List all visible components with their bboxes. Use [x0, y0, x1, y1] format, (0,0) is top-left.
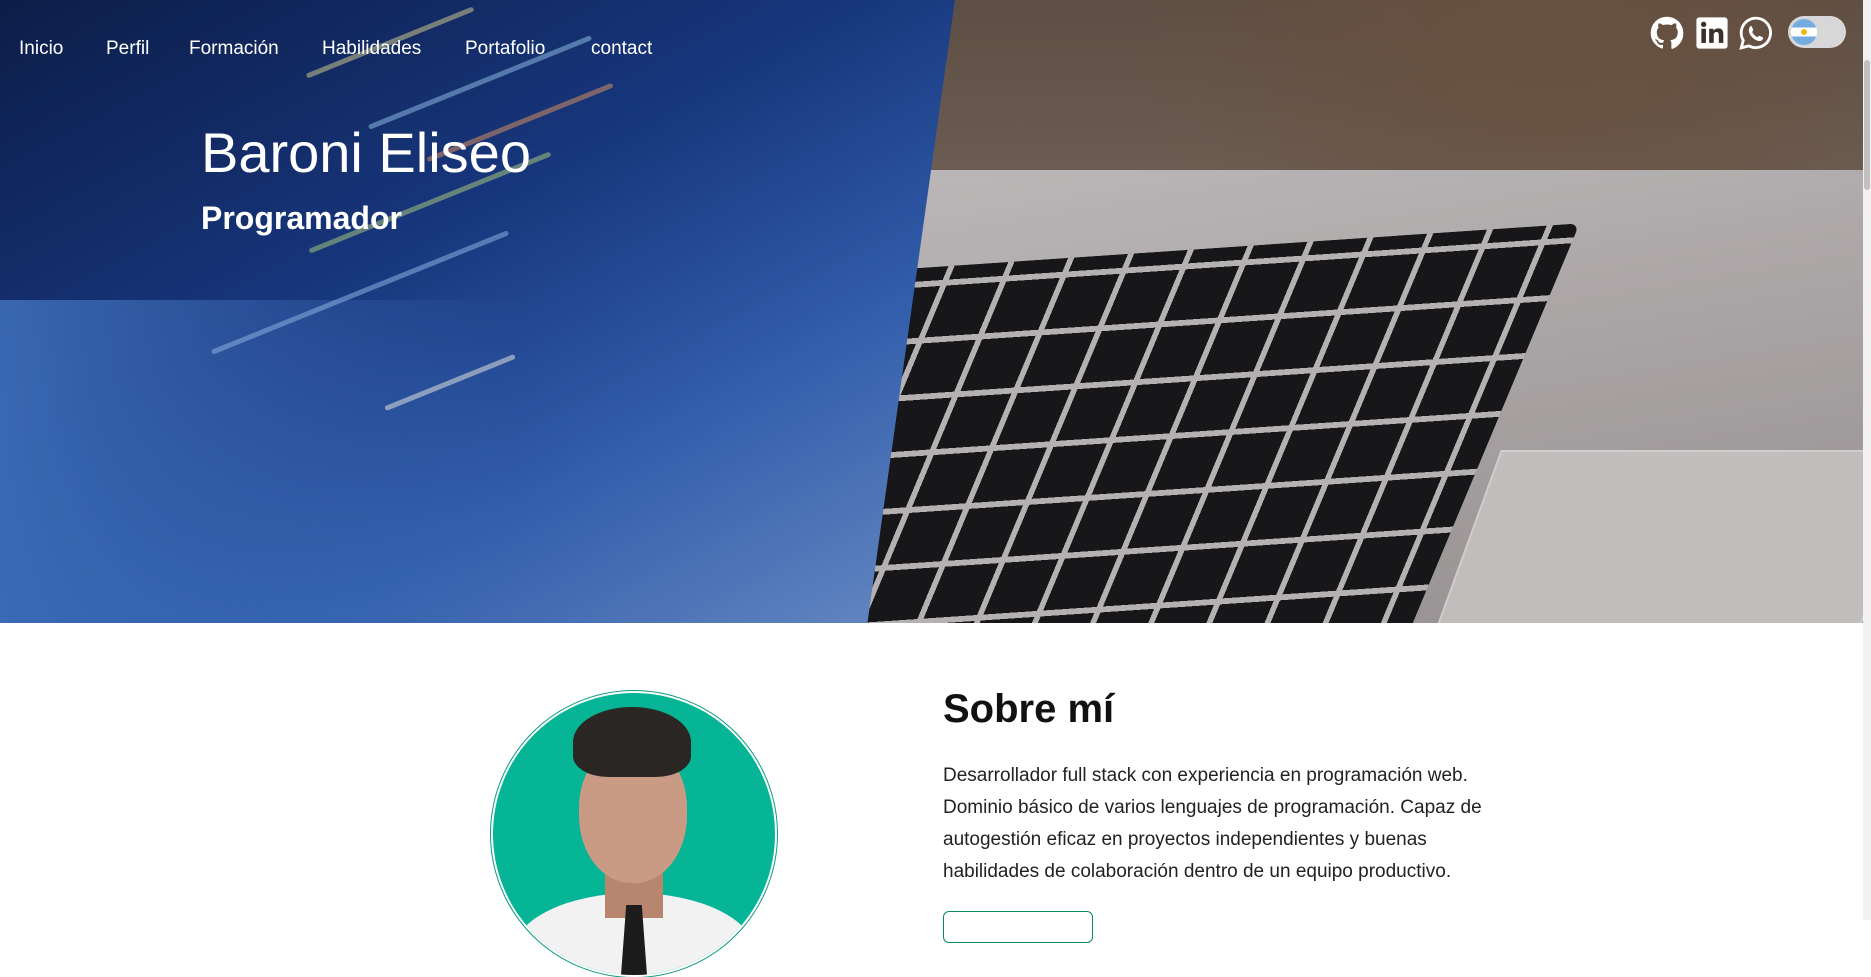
nav-link-contact[interactable]: contact [591, 38, 652, 60]
argentina-flag-icon [1791, 19, 1817, 45]
hero-role: Programador [201, 200, 402, 236]
nav-link-perfil[interactable]: Perfil [106, 38, 149, 60]
about-button[interactable] [943, 911, 1093, 943]
github-icon[interactable] [1650, 16, 1684, 50]
nav-link-inicio[interactable]: Inicio [19, 38, 63, 60]
profile-photo-hair [573, 707, 691, 777]
hero-name: Baroni Eliseo [201, 121, 531, 184]
nav-link-portafolio[interactable]: Portafolio [465, 38, 545, 60]
language-toggle[interactable] [1788, 16, 1846, 48]
scrollbar-thumb[interactable] [1864, 60, 1870, 190]
whatsapp-icon[interactable] [1739, 16, 1773, 50]
about-text: Desarrollador full stack con experiencia… [943, 765, 1482, 882]
profile-photo [491, 691, 777, 977]
top-navigation: Inicio Perfil Formación Habilidades Port… [0, 0, 1863, 100]
about-title: Sobre mí [943, 687, 1115, 731]
scrollbar[interactable] [1863, 0, 1871, 920]
nav-link-formacion[interactable]: Formación [189, 38, 279, 60]
nav-link-habilidades[interactable]: Habilidades [322, 38, 421, 60]
linkedin-icon[interactable] [1695, 16, 1729, 50]
